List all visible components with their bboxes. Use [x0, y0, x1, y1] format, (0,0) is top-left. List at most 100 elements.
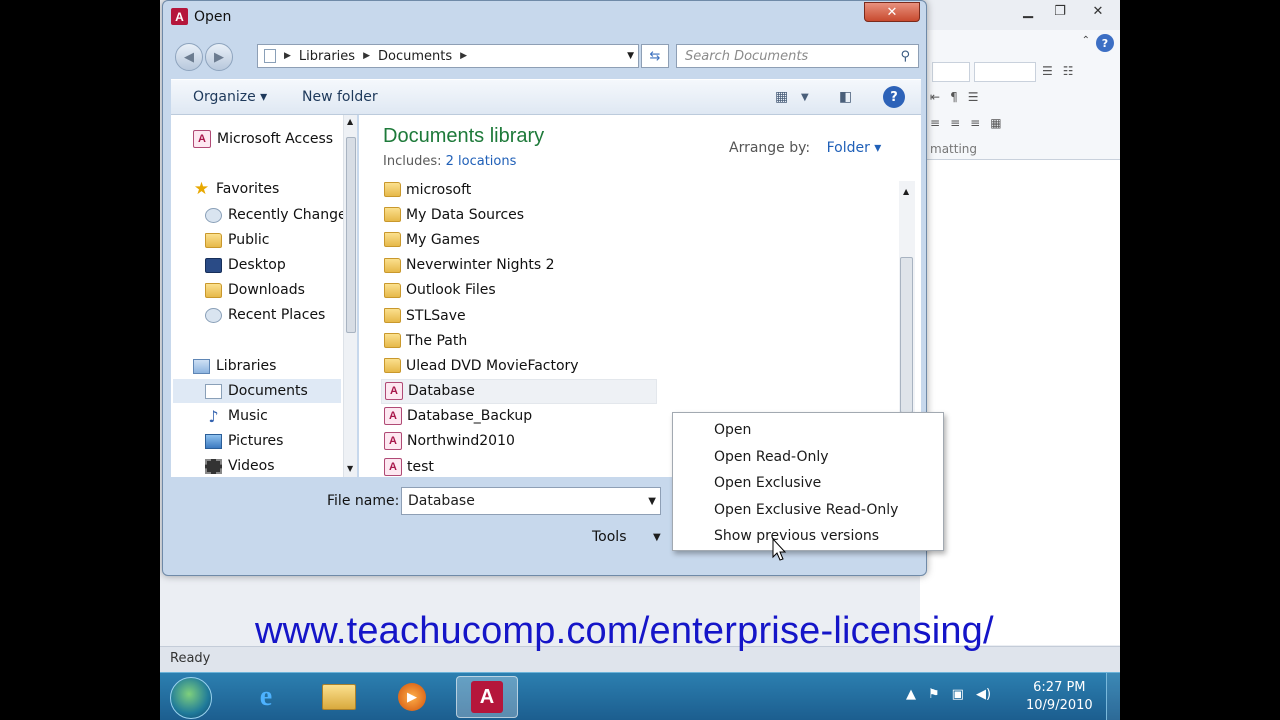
breadcrumb-documents[interactable]: Documents — [378, 49, 452, 64]
gridlines-icon[interactable]: ▦ — [990, 116, 1001, 130]
forward-button[interactable]: ▶ — [205, 43, 233, 71]
show-desktop-button[interactable] — [1106, 673, 1120, 720]
paragraph-mark-icon[interactable]: ¶ — [950, 90, 958, 104]
list-buttons: ☰ ☷ — [1042, 64, 1074, 78]
align-center-icon[interactable]: ≡ — [950, 116, 960, 130]
file-item-folder[interactable]: Outlook Files — [381, 278, 657, 303]
clock[interactable]: 6:27 PM 10/9/2010 — [1026, 679, 1093, 715]
file-name: Database_Backup — [407, 408, 533, 425]
ribbon-help-icon[interactable]: ? — [1096, 34, 1114, 52]
taskbar-windows-explorer[interactable] — [308, 676, 370, 718]
nav-item-documents[interactable]: Documents — [173, 379, 341, 403]
nav-item-label: Videos — [228, 458, 275, 474]
tools-dropdown-icon[interactable]: ▼ — [653, 532, 661, 543]
file-item-folder[interactable]: Neverwinter Nights 2 — [381, 253, 657, 278]
access-icon: A — [471, 681, 503, 713]
nav-item-microsoft-access[interactable]: A Microsoft Access — [193, 127, 357, 151]
tools-button[interactable]: Tools — [592, 529, 627, 545]
file-pane-scroll-thumb[interactable] — [900, 257, 913, 413]
search-input[interactable]: Search Documents ⚲ — [676, 44, 919, 68]
menu-item-open-exclusive-read-only[interactable]: Open Exclusive Read-Only — [673, 497, 943, 524]
line-spacing-icon[interactable]: ☰ — [968, 90, 979, 104]
file-name-input[interactable]: Database ▼ — [401, 487, 661, 515]
chevron-right-icon[interactable]: ▶ — [284, 51, 291, 61]
ribbon-minimize-icon[interactable]: ⌃ — [1082, 35, 1090, 46]
preview-pane-icon[interactable]: ◧ — [839, 89, 852, 105]
close-button[interactable]: ✕ — [1076, 0, 1120, 22]
watermark-url: www.teachucomp.com/enterprise-licensing/ — [255, 610, 994, 652]
chevron-down-icon[interactable]: ▼ — [648, 496, 656, 507]
chevron-right-icon[interactable]: ▶ — [363, 51, 370, 61]
nav-item-videos[interactable]: Videos — [205, 454, 357, 477]
file-item-folder[interactable]: The Path — [381, 328, 657, 353]
taskbar-internet-explorer[interactable]: e — [235, 676, 297, 718]
menu-item-show-previous-versions[interactable]: Show previous versions — [673, 523, 943, 550]
nav-item-favorites[interactable]: ★ Favorites — [193, 177, 357, 201]
file-item-folder[interactable]: microsoft — [381, 177, 657, 202]
menu-item-open-exclusive[interactable]: Open Exclusive — [673, 470, 943, 497]
breadcrumb-libraries[interactable]: Libraries — [299, 49, 355, 64]
scroll-up-icon[interactable]: ▲ — [347, 117, 353, 126]
address-bar[interactable]: ▶ Libraries ▶ Documents ▶ ▼ — [257, 44, 639, 68]
indent-icon[interactable]: ⇤ — [930, 90, 940, 104]
nav-item-downloads[interactable]: Downloads — [205, 278, 357, 302]
back-button[interactable]: ◀ — [175, 43, 203, 71]
refresh-button[interactable]: ⇆ — [641, 44, 669, 68]
view-dropdown-icon[interactable]: ▼ — [801, 92, 809, 103]
file-name: test — [407, 458, 434, 475]
minimize-button[interactable]: ▁ — [1012, 0, 1044, 22]
restore-button[interactable]: ❐ — [1044, 0, 1076, 22]
file-item-folder[interactable]: My Games — [381, 227, 657, 252]
nav-pane-scroll-thumb[interactable] — [346, 137, 356, 333]
organize-button[interactable]: Organize ▾ — [193, 89, 267, 105]
nav-item-public[interactable]: Public — [205, 228, 357, 252]
file-item-database[interactable]: A Database_Backup — [381, 404, 657, 429]
file-item-folder[interactable]: My Data Sources — [381, 202, 657, 227]
help-icon[interactable]: ? — [883, 86, 905, 108]
arrange-dropdown[interactable]: Folder ▾ — [827, 140, 882, 156]
file-item-database[interactable]: A Northwind2010 — [381, 429, 657, 454]
file-item-folder[interactable]: STLSave — [381, 303, 657, 328]
chevron-right-icon[interactable]: ▶ — [460, 51, 467, 61]
file-item-database[interactable]: Atest — [381, 454, 657, 477]
nav-pane-scrollbar[interactable]: ▲ ▼ — [343, 115, 357, 477]
action-center-flag-icon[interactable]: ⚑ — [928, 687, 940, 702]
align-right-icon[interactable]: ≡ — [970, 116, 980, 130]
taskbar-microsoft-access[interactable]: A — [456, 676, 518, 718]
navigation-bar: ◀ ▶ ▶ Libraries ▶ Documents ▶ ▼ ⇆ Search… — [171, 41, 921, 71]
file-item-folder[interactable]: Ulead DVD MovieFactory — [381, 353, 657, 378]
size-combo[interactable] — [974, 62, 1036, 82]
network-icon[interactable]: ▣ — [952, 687, 964, 702]
show-hidden-icons-icon[interactable]: ▲ — [906, 687, 916, 702]
nav-item-recently-changed[interactable]: Recently Changed — [205, 203, 357, 227]
nav-item-recent-places[interactable]: Recent Places — [205, 303, 357, 327]
nav-item-pictures[interactable]: Pictures — [205, 429, 357, 453]
view-options-icon[interactable]: ▦ — [775, 89, 788, 105]
numbering-icon[interactable]: ☷ — [1063, 64, 1074, 78]
bullets-icon[interactable]: ☰ — [1042, 64, 1053, 78]
nav-item-libraries[interactable]: Libraries — [193, 354, 357, 378]
file-item-database-selected[interactable]: A Database — [381, 378, 657, 404]
locations-link[interactable]: 2 locations — [446, 154, 517, 169]
scroll-up-icon[interactable]: ▲ — [903, 187, 909, 196]
start-button[interactable] — [170, 677, 212, 719]
arrange-label: Arrange by: — [729, 140, 811, 156]
nav-item-desktop[interactable]: Desktop — [205, 253, 357, 277]
file-name: Database — [408, 383, 475, 400]
search-icon[interactable]: ⚲ — [900, 49, 910, 64]
menu-item-open-read-only[interactable]: Open Read-Only — [673, 444, 943, 471]
nav-item-label: Microsoft Access — [217, 131, 334, 147]
scroll-down-icon[interactable]: ▼ — [347, 464, 353, 473]
data-source-folder-icon — [384, 207, 401, 223]
dialog-close-button[interactable]: ✕ — [864, 2, 920, 22]
menu-item-open[interactable]: Open — [673, 417, 943, 444]
align-left-icon[interactable]: ≡ — [930, 116, 940, 130]
font-combo[interactable] — [932, 62, 970, 82]
taskbar-media-player[interactable]: ▶ — [381, 676, 443, 718]
address-dropdown-icon[interactable]: ▼ — [627, 51, 634, 61]
nav-item-label: Music — [228, 408, 268, 424]
volume-icon[interactable]: ◀) — [976, 687, 991, 702]
nav-item-label: Desktop — [228, 257, 286, 273]
nav-item-music[interactable]: ♪ Music — [205, 404, 357, 428]
new-folder-button[interactable]: New folder — [302, 89, 378, 105]
